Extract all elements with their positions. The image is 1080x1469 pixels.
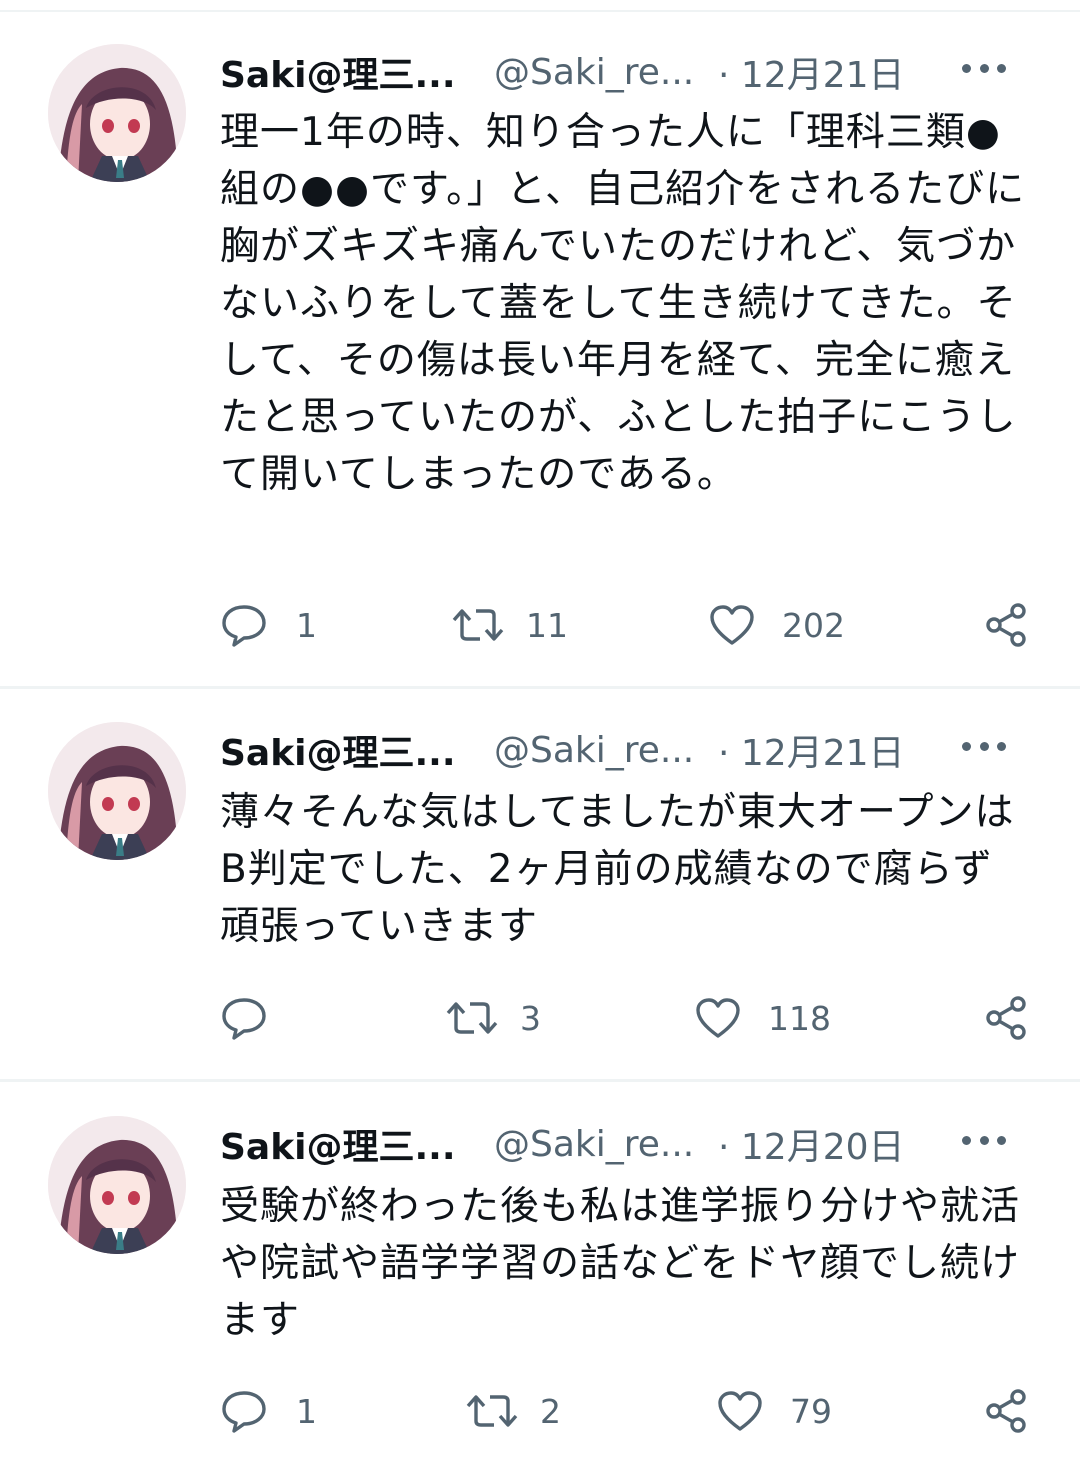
- like-button[interactable]: 79: [716, 1386, 832, 1436]
- display-name[interactable]: Saki@理三...: [220, 724, 482, 776]
- user-handle[interactable]: @Saki_re...: [494, 730, 704, 771]
- user-handle[interactable]: @Saki_re...: [494, 1124, 704, 1165]
- retweet-icon: [466, 1395, 518, 1427]
- share-icon: [986, 603, 1026, 647]
- display-name[interactable]: Saki@理三...: [220, 1118, 482, 1170]
- tweet-divider: [0, 686, 1080, 689]
- share-button[interactable]: [982, 1386, 1030, 1436]
- like-button[interactable]: 202: [708, 600, 845, 650]
- like-count: 79: [790, 1391, 832, 1431]
- retweet-count: 3: [520, 998, 541, 1038]
- reply-icon: [222, 998, 266, 1040]
- retweet-button[interactable]: 2: [466, 1386, 561, 1436]
- display-name[interactable]: Saki@理三...: [220, 46, 482, 98]
- share-icon: [986, 996, 1026, 1040]
- avatar[interactable]: [48, 1116, 186, 1254]
- retweet-icon: [452, 609, 504, 641]
- retweet-button[interactable]: 11: [452, 600, 568, 650]
- reply-count: 1: [296, 605, 317, 645]
- tweet-actions: 3 118: [220, 993, 1040, 1043]
- heart-icon: [718, 1391, 762, 1431]
- tweet-header: Saki@理三... @Saki_re... · 12月21日: [220, 726, 1040, 774]
- tweet-date[interactable]: · 12月20日: [718, 1118, 918, 1170]
- share-button[interactable]: [982, 600, 1030, 650]
- tweet-text: 受験が終わった後も私は進学振り分けや就活や院試や語学学習の話などをドヤ顔でし続け…: [220, 1184, 1021, 1343]
- reply-button[interactable]: 1: [220, 600, 317, 650]
- more-icon[interactable]: [962, 1134, 1006, 1146]
- retweet-count: 11: [526, 605, 568, 645]
- tweet-text: 薄々そんな気はしてましたが東大オープンはB判定でした、2ヶ月前の成績なので腐らず…: [220, 790, 1015, 949]
- reply-count: 1: [296, 1391, 317, 1431]
- retweet-button[interactable]: 3: [446, 993, 541, 1043]
- share-icon: [986, 1389, 1026, 1433]
- retweet-icon: [446, 1002, 498, 1034]
- tweet-actions: 1 2 79: [220, 1386, 1040, 1436]
- tweet-header: Saki@理三... @Saki_re... · 12月20日: [220, 1120, 1040, 1168]
- tweet-date[interactable]: · 12月21日: [718, 46, 918, 98]
- more-icon[interactable]: [962, 740, 1006, 752]
- reply-icon: [222, 1391, 266, 1433]
- heart-icon: [710, 605, 754, 645]
- heart-icon: [696, 998, 740, 1038]
- top-divider: [0, 10, 1080, 12]
- tweet-date[interactable]: · 12月21日: [718, 724, 918, 776]
- reply-icon: [222, 605, 266, 647]
- retweet-count: 2: [540, 1391, 561, 1431]
- like-count: 118: [768, 998, 831, 1038]
- tweet-header: Saki@理三... @Saki_re... · 12月21日: [220, 48, 1040, 96]
- tweet-text: 理一1年の時、知り合った人に「理科三類●組の●●です。」と、自己紹介をされるたび…: [220, 110, 1026, 497]
- avatar[interactable]: [48, 44, 186, 182]
- like-button[interactable]: 118: [694, 993, 831, 1043]
- reply-button[interactable]: 1: [220, 1386, 317, 1436]
- reply-button[interactable]: [220, 993, 296, 1043]
- tweet-divider: [0, 1079, 1080, 1082]
- more-icon[interactable]: [962, 62, 1006, 74]
- user-handle[interactable]: @Saki_re...: [494, 52, 704, 93]
- share-button[interactable]: [982, 993, 1030, 1043]
- avatar[interactable]: [48, 722, 186, 860]
- tweet-actions: 1 11 202: [220, 600, 1040, 650]
- like-count: 202: [782, 605, 845, 645]
